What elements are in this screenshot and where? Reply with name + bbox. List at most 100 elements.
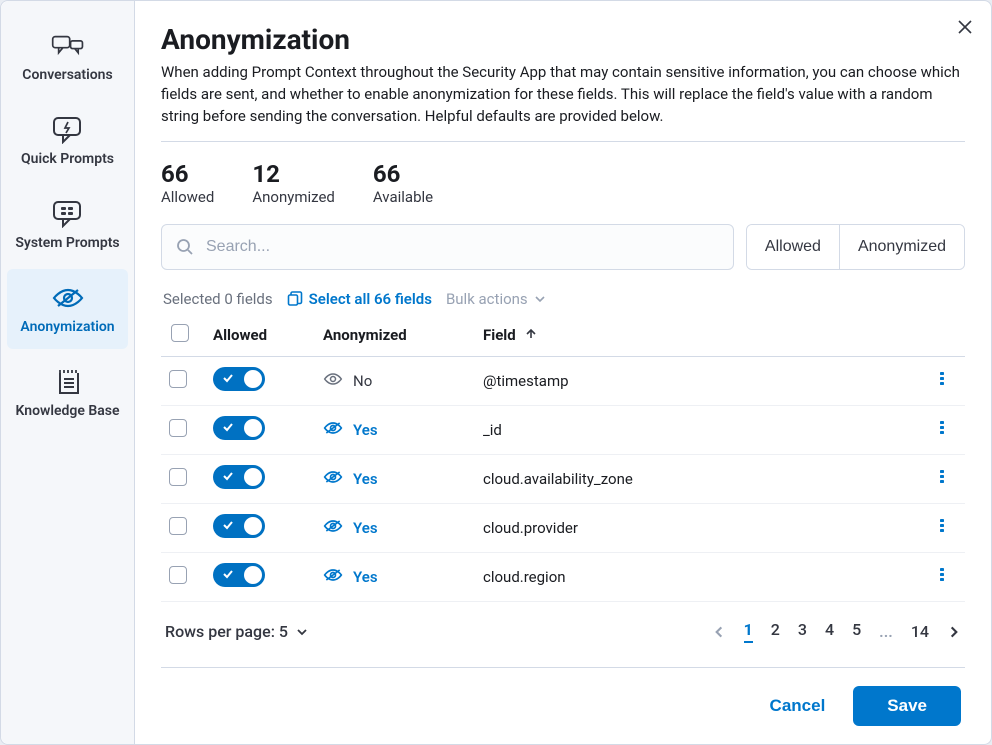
stat-label: Anonymized (252, 188, 335, 206)
cancel-button[interactable]: Cancel (758, 688, 838, 724)
stat-label: Available (373, 188, 433, 206)
sidebar-item-label: System Prompts (15, 235, 119, 251)
row-actions-handle[interactable] (937, 520, 947, 538)
page-prev[interactable] (712, 625, 726, 639)
pagination-ellipsis: ... (879, 622, 893, 641)
chevron-down-icon (296, 626, 308, 638)
rows-per-page-select[interactable]: Rows per page: 5 (165, 622, 308, 641)
row-actions-handle[interactable] (937, 569, 947, 587)
selected-count: Selected 0 fields (163, 290, 273, 308)
search-input[interactable] (204, 237, 719, 257)
anonymization-icon (51, 283, 85, 313)
page-number[interactable]: 4 (825, 620, 834, 643)
field-name: _id (475, 406, 929, 455)
row-checkbox[interactable] (169, 468, 187, 486)
row-actions-handle[interactable] (937, 471, 947, 489)
page-description: When adding Prompt Context throughout th… (161, 62, 965, 127)
allowed-toggle[interactable] (213, 367, 265, 391)
pages-select-icon (287, 291, 303, 307)
fields-table: Allowed Anonymized Field No @timestamp Yes… (161, 316, 965, 602)
filter-group: Allowed Anonymized (746, 224, 965, 270)
save-button[interactable]: Save (853, 686, 961, 726)
eye-off-icon[interactable] (323, 518, 343, 538)
eye-off-icon[interactable] (323, 420, 343, 440)
close-icon (957, 19, 973, 35)
row-checkbox[interactable] (169, 419, 187, 437)
stat-available: 66 Available (373, 160, 433, 206)
eye-off-icon[interactable] (323, 567, 343, 587)
chevron-right-icon (947, 625, 961, 639)
column-header-allowed[interactable]: Allowed (205, 316, 315, 357)
filter-allowed-button[interactable]: Allowed (747, 225, 839, 269)
stat-label: Allowed (161, 188, 214, 206)
search-box[interactable] (161, 224, 734, 270)
bulk-actions-button[interactable]: Bulk actions (446, 290, 546, 308)
check-icon (222, 517, 234, 535)
select-all-checkbox[interactable] (171, 324, 189, 342)
stat-value: 12 (252, 160, 335, 188)
sidebar-item-label: Anonymization (20, 319, 114, 335)
anonymized-value: Yes (353, 421, 378, 439)
rows-per-page-label: Rows per page: 5 (165, 622, 288, 641)
page-number[interactable]: 2 (771, 620, 780, 643)
page-last[interactable]: 14 (911, 622, 929, 641)
check-icon (222, 419, 234, 437)
anonymized-value: Yes (353, 519, 378, 537)
sort-asc-icon (525, 328, 537, 340)
close-button[interactable] (953, 15, 977, 39)
anonymized-value: No (353, 372, 372, 390)
sidebar: Conversations Quick Prompts (1, 1, 135, 744)
sidebar-item-quick-prompts[interactable]: Quick Prompts (7, 101, 128, 181)
sidebar-item-label: Quick Prompts (21, 151, 114, 167)
sidebar-item-system-prompts[interactable]: System Prompts (7, 185, 128, 265)
page-number[interactable]: 3 (798, 620, 807, 643)
divider (161, 141, 965, 142)
row-actions-handle[interactable] (937, 373, 947, 391)
column-header-field-label: Field (483, 326, 516, 344)
allowed-toggle[interactable] (213, 416, 265, 440)
page-number[interactable]: 1 (744, 620, 753, 643)
page-next[interactable] (947, 625, 961, 639)
row-checkbox[interactable] (169, 517, 187, 535)
sidebar-item-label: Conversations (22, 67, 112, 83)
stats-row: 66 Allowed 12 Anonymized 66 Available (161, 160, 965, 206)
row-checkbox[interactable] (169, 566, 187, 584)
check-icon (222, 468, 234, 486)
sidebar-item-knowledge-base[interactable]: Knowledge Base (7, 353, 128, 433)
chevron-left-icon (712, 625, 726, 639)
table-row: Yes cloud.availability_zone (161, 455, 965, 504)
stat-allowed: 66 Allowed (161, 160, 214, 206)
bulk-actions-label: Bulk actions (446, 290, 528, 308)
footer: Cancel Save (161, 667, 965, 744)
table-row: Yescloud.provider (161, 504, 965, 553)
check-icon (222, 370, 234, 388)
anonymized-value: Yes (353, 470, 378, 488)
check-icon (222, 566, 234, 584)
select-all-link[interactable]: Select all 66 fields (287, 290, 432, 308)
sidebar-item-anonymization[interactable]: Anonymization (7, 269, 128, 349)
sidebar-item-conversations[interactable]: Conversations (7, 17, 128, 97)
main-panel: Anonymization When adding Prompt Context… (135, 1, 991, 744)
system-prompts-icon (51, 199, 85, 229)
column-header-anonymized[interactable]: Anonymized (315, 316, 475, 357)
allowed-toggle[interactable] (213, 514, 265, 538)
allowed-toggle[interactable] (213, 563, 265, 587)
field-name: cloud.region (475, 553, 929, 602)
allowed-toggle[interactable] (213, 465, 265, 489)
pagination: 12345 ... 14 (712, 620, 961, 643)
quick-prompts-icon (51, 115, 85, 145)
column-header-field[interactable]: Field (475, 316, 929, 357)
row-actions-handle[interactable] (937, 422, 947, 440)
anonymized-value: Yes (353, 568, 378, 586)
page-number[interactable]: 5 (852, 620, 861, 643)
field-name: @timestamp (475, 357, 929, 406)
field-name: cloud.availability_zone (475, 455, 929, 504)
table-row: No @timestamp (161, 357, 965, 406)
sidebar-item-label: Knowledge Base (15, 403, 119, 419)
filter-anonymized-button[interactable]: Anonymized (839, 225, 964, 269)
eye-icon[interactable] (323, 371, 343, 391)
page-title: Anonymization (161, 23, 965, 56)
eye-off-icon[interactable] (323, 469, 343, 489)
row-checkbox[interactable] (169, 370, 187, 388)
knowledge-base-icon (51, 367, 85, 397)
